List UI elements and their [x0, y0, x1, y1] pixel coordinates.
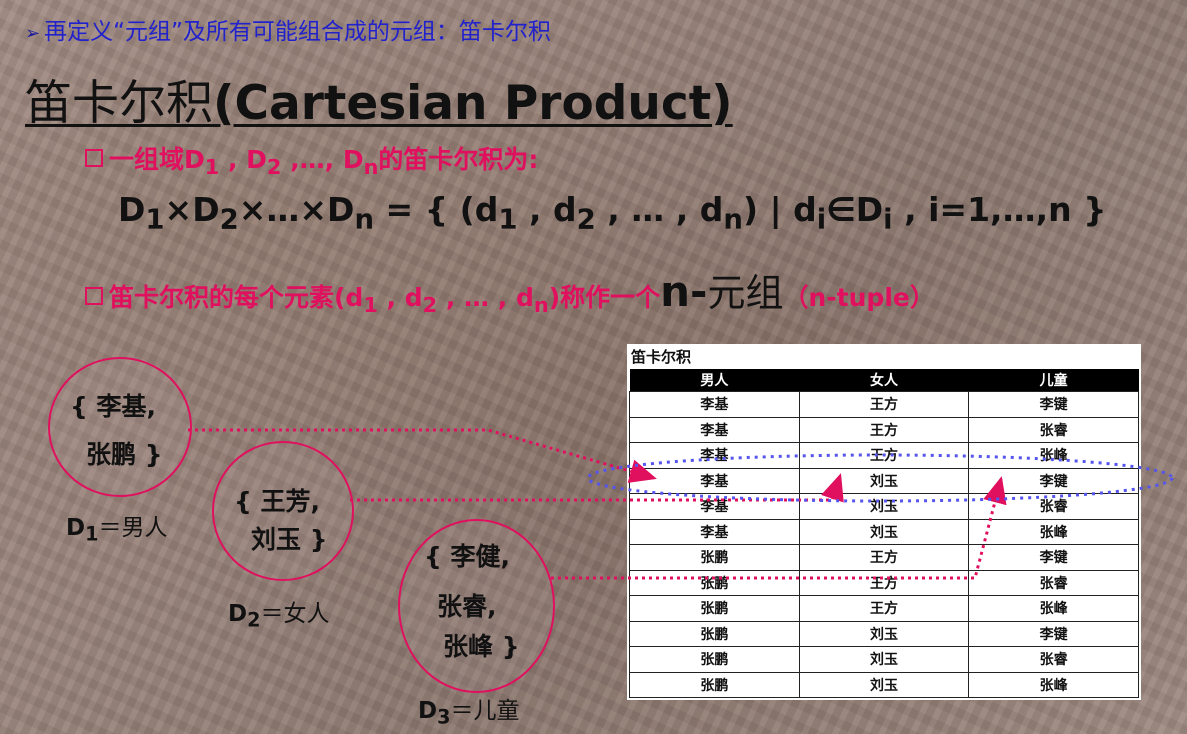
table-row: 张鹏 刘玉 张峰: [629, 671, 1139, 698]
table-cell: 张鹏: [629, 569, 800, 596]
slide-title: 笛卡尔积(Cartesian Product): [25, 64, 733, 133]
table-row: 李基 王方 李键: [629, 391, 1139, 418]
cartesian-table-panel: 笛卡尔积 男人 女人 儿童 李基 王方 李键 李基 王方 张睿 李基 王方 张峰 李基 刘玉 李键 李基 刘玉…: [627, 344, 1141, 700]
table-row: 李基 刘玉 张峰: [629, 518, 1139, 545]
table-cell: 刘玉: [798, 620, 970, 647]
n-tuple-bold: n-: [660, 267, 708, 316]
table-row: 李基 刘玉 李键: [629, 467, 1139, 494]
table-header-cell: 儿童: [968, 369, 1139, 392]
square-bullet-icon: [85, 287, 103, 305]
table-header-cell: 女人: [799, 369, 969, 392]
table-cell: 李键: [968, 620, 1139, 647]
n-tuple-en: n-tuple: [808, 283, 910, 312]
table-cell: 刘玉: [798, 518, 970, 545]
triangle-bullet-icon: ➢: [25, 23, 41, 44]
title-en: (Cartesian Product): [213, 76, 733, 131]
table-header-row: 男人 女人 儿童: [629, 369, 1139, 392]
table-cell: 李键: [968, 391, 1139, 418]
table-cell: 王方: [798, 416, 970, 443]
table-caption: 笛卡尔积: [631, 348, 692, 366]
table-cell: 李键: [968, 544, 1139, 571]
table-row: 李基 王方 张睿: [629, 416, 1139, 443]
table-cell: 刘玉: [798, 671, 970, 698]
table-cell: 李键: [968, 467, 1139, 494]
d2-members-line2: 刘玉 }: [251, 525, 328, 554]
d3-members-line3: 张峰 }: [443, 632, 520, 661]
d1-members-line1: { 李基,: [70, 392, 156, 421]
square-bullet-icon: [85, 149, 103, 167]
cartesian-table: 男人 女人 儿童 李基 王方 李键 李基 王方 张睿 李基 王方 张峰 李基 刘玉 李键 李基 刘玉 张睿 李基刘…: [629, 369, 1139, 698]
d1-members-line2: 张鹏 }: [86, 440, 163, 469]
table-cell: 张峰: [968, 518, 1139, 545]
tuple-definition-line: 笛卡尔积的每个元素(d1 , d2 , … , dn)称作一个n-元组（n-tu…: [85, 262, 935, 317]
table-cell: 张睿: [968, 493, 1139, 520]
d3-members-line2: 张睿,: [437, 592, 497, 621]
table-row: 张鹏 刘玉 张睿: [629, 646, 1139, 673]
d3-members-line1: { 李健,: [424, 542, 510, 571]
table-cell: 王方: [798, 544, 970, 571]
table-cell: 张鹏: [629, 544, 800, 571]
table-cell: 张峰: [968, 671, 1139, 698]
table-cell: 张峰: [968, 595, 1139, 622]
table-cell: 张鹏: [629, 646, 800, 673]
table-cell: 李基: [629, 518, 800, 545]
tuple-cn: 元组: [707, 271, 784, 315]
table-cell: 王方: [798, 595, 970, 622]
table-row: 张鹏 王方 张睿: [629, 569, 1139, 596]
table-cell: 张峰: [968, 442, 1139, 469]
table-body: 李基 王方 李键 李基 王方 张睿 李基 王方 张峰 李基 刘玉 李键 李基 刘玉 张睿 李基 刘玉 张峰 张鹏 王方…: [629, 391, 1139, 698]
table-cell: 张睿: [968, 569, 1139, 596]
table-cell: 李基: [629, 442, 800, 469]
table-cell: 王方: [798, 391, 970, 418]
d2-members-line1: { 王芳,: [234, 487, 320, 516]
table-cell: 李基: [629, 416, 800, 443]
table-cell: 刘玉: [798, 467, 970, 494]
intro-text: 再定义“元组”及所有可能组合成的元组：笛卡尔积: [44, 19, 551, 45]
title-cn: 笛卡尔积: [25, 76, 213, 131]
table-cell: 张睿: [968, 646, 1139, 673]
table-cell: 张睿: [968, 416, 1139, 443]
table-cell: 李基: [629, 493, 800, 520]
table-cell: 李基: [629, 467, 800, 494]
table-cell: 李基: [629, 391, 800, 418]
d2-label: D2＝女人: [228, 601, 330, 632]
table-cell: 王方: [798, 569, 970, 596]
table-header-cell: 男人: [629, 369, 800, 392]
table-cell: 张鹏: [629, 671, 800, 698]
table-cell: 刘玉: [798, 493, 970, 520]
definition-line: 一组域D1 , D2 ,…, Dn的笛卡尔积为:: [85, 140, 538, 179]
table-cell: 刘玉: [798, 646, 970, 673]
domain-circle-d1: [48, 357, 192, 497]
table-row: 李基 王方 张峰: [629, 442, 1139, 469]
table-row: 张鹏 王方 张峰: [629, 595, 1139, 622]
cartesian-formula: D1×D2×…×Dn = { (d1 , d2 , … , dn) | di∈D…: [118, 190, 1107, 236]
table-cell: 张鹏: [629, 620, 800, 647]
table-cell: 张鹏: [629, 595, 800, 622]
d1-label: D1＝男人: [66, 515, 168, 546]
d3-label: D3＝儿童: [418, 698, 520, 729]
table-row: 李基 刘玉 张睿: [629, 493, 1139, 520]
intro-line: ➢ 再定义“元组”及所有可能组合成的元组：笛卡尔积: [25, 12, 551, 46]
table-cell: 王方: [798, 442, 970, 469]
table-row: 张鹏 王方 李键: [629, 544, 1139, 571]
table-row: 张鹏 刘玉 李键: [629, 620, 1139, 647]
